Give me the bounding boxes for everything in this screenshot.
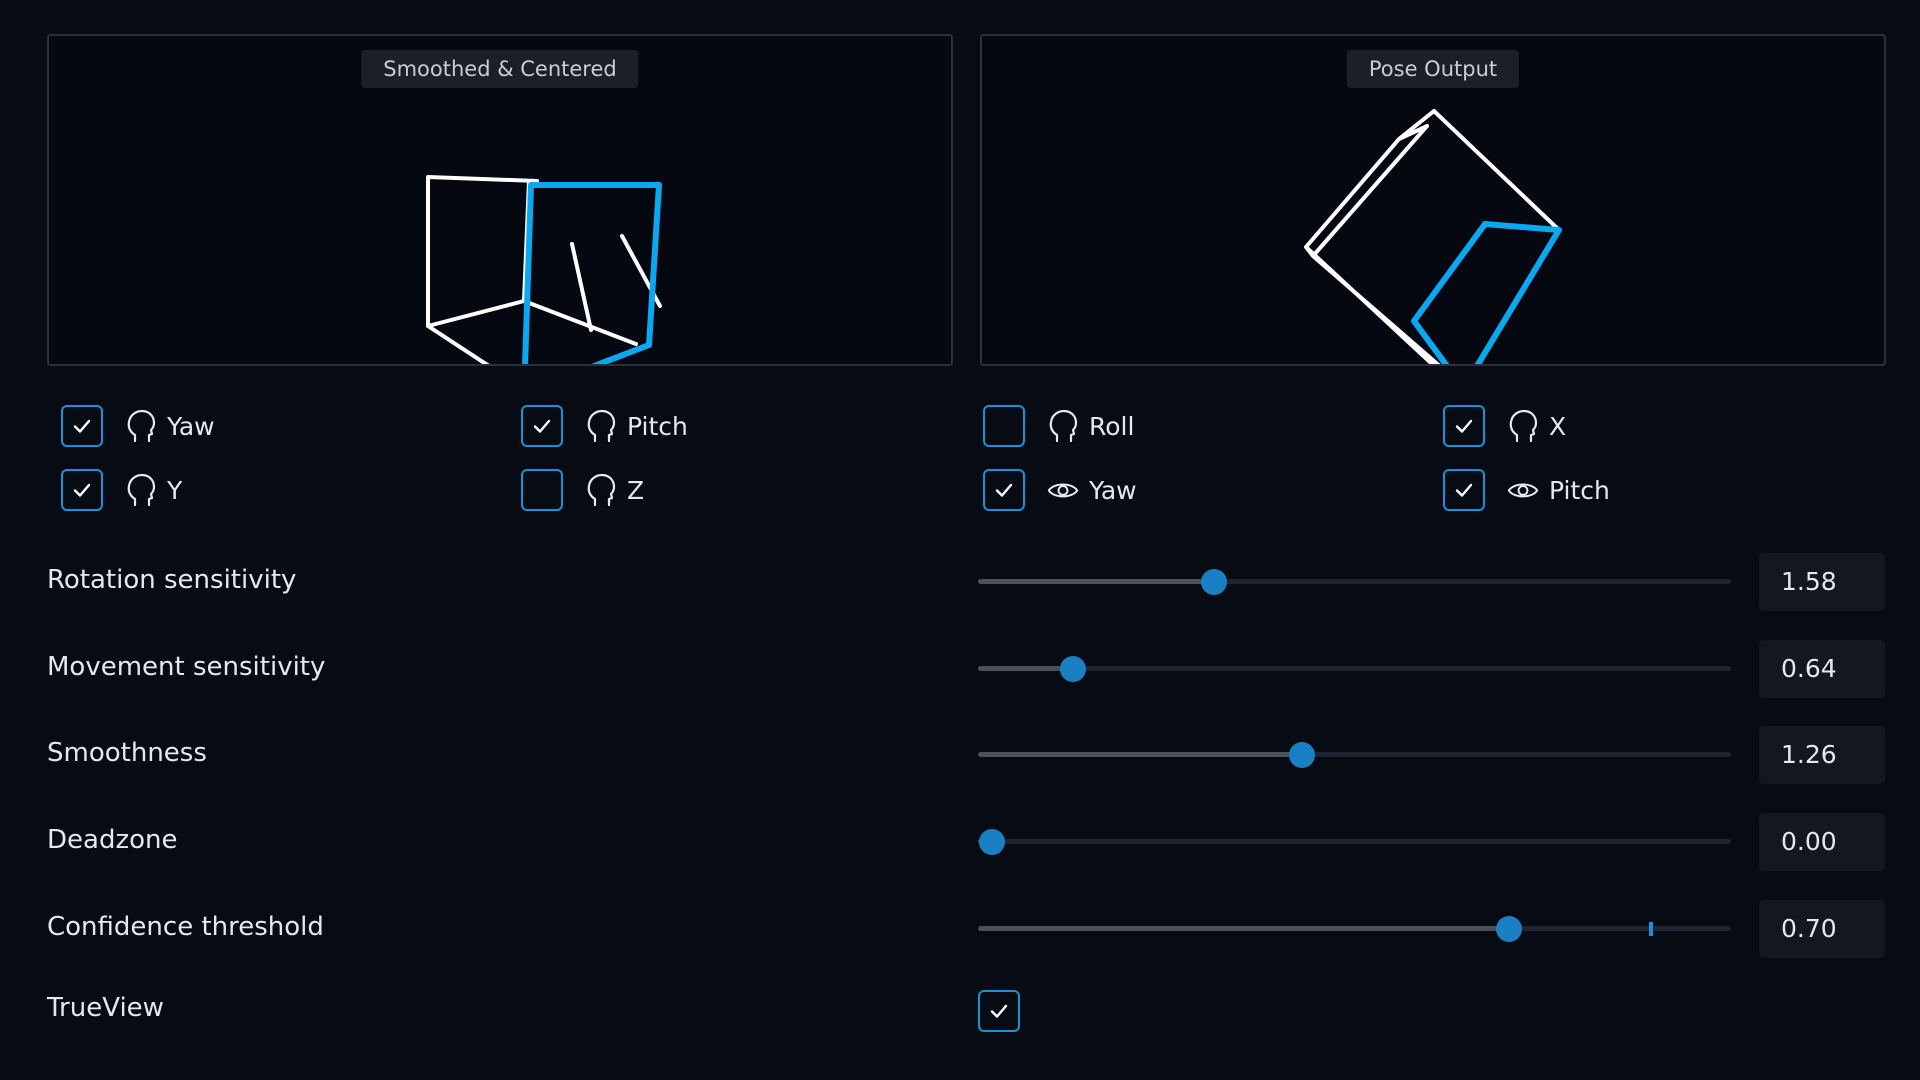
axis-checkbox[interactable] bbox=[983, 405, 1025, 447]
axis-label: X bbox=[1549, 411, 1567, 441]
slider-thumb[interactable] bbox=[1201, 569, 1228, 595]
axis-checkbox[interactable] bbox=[61, 469, 103, 511]
slider-thumb[interactable] bbox=[978, 829, 1005, 856]
axis-checkbox[interactable] bbox=[61, 405, 103, 447]
trueview-label: TrueView bbox=[47, 993, 164, 1023]
view-label-right: Pose Output bbox=[1346, 50, 1520, 88]
head-icon bbox=[1047, 408, 1079, 444]
movement-sensitivity-label: Movement sensitivity bbox=[47, 651, 326, 682]
axis-label: Yaw bbox=[167, 411, 215, 441]
deadzone-label: Deadzone bbox=[47, 825, 178, 856]
deadzone-value[interactable]: 0.00 bbox=[1759, 813, 1885, 872]
deadzone-slider[interactable] bbox=[978, 827, 1731, 857]
head-icon bbox=[125, 472, 157, 508]
rotation-sensitivity-slider[interactable] bbox=[978, 567, 1731, 597]
smoothness-label: Smoothness bbox=[47, 738, 207, 769]
view-label-left: Smoothed & Centered bbox=[361, 50, 639, 88]
axis-checkbox[interactable] bbox=[521, 405, 563, 447]
rotation-sensitivity-label: Rotation sensitivity bbox=[47, 565, 297, 595]
tracker-settings-panel: Smoothed & Centered Pose Output Yaw Pitch… bbox=[0, 0, 1920, 1080]
axis-toggle-head-z[interactable]: Z bbox=[521, 466, 644, 514]
slider-track bbox=[978, 665, 1731, 671]
axis-checkbox[interactable] bbox=[1443, 469, 1485, 511]
axis-toggle-head-y[interactable]: Y bbox=[61, 466, 182, 514]
axis-label: Pitch bbox=[627, 411, 688, 441]
axis-checkbox[interactable] bbox=[1443, 405, 1485, 447]
head-icon bbox=[125, 408, 157, 444]
movement-sensitivity-slider[interactable] bbox=[978, 654, 1731, 684]
head-icon bbox=[585, 408, 617, 444]
axis-label: Roll bbox=[1089, 411, 1135, 441]
pose-output-view: Pose Output bbox=[980, 34, 1886, 366]
movement-sensitivity-value[interactable]: 0.64 bbox=[1759, 639, 1885, 698]
axis-toggle-head-yaw[interactable]: Yaw bbox=[61, 402, 215, 450]
smoothness-slider[interactable] bbox=[978, 740, 1731, 770]
rotation-sensitivity-value[interactable]: 1.58 bbox=[1759, 553, 1885, 611]
axis-label: Z bbox=[627, 475, 645, 505]
slider-thumb[interactable] bbox=[1059, 655, 1086, 682]
axis-toggle-head-x[interactable]: X bbox=[1443, 402, 1566, 450]
axis-toggle-eye-pitch[interactable]: Pitch bbox=[1443, 466, 1610, 514]
axis-checkbox[interactable] bbox=[983, 469, 1025, 511]
slider-marker bbox=[1649, 921, 1654, 936]
trueview-checkbox[interactable] bbox=[978, 990, 1020, 1032]
smoothed-centered-view: Smoothed & Centered bbox=[47, 34, 953, 366]
axis-toggle-head-roll[interactable]: Roll bbox=[983, 402, 1134, 450]
slider-thumb[interactable] bbox=[1288, 742, 1315, 769]
confidence-threshold-value[interactable]: 0.70 bbox=[1759, 899, 1885, 958]
slider-fill bbox=[978, 665, 1073, 671]
slider-track bbox=[978, 839, 1731, 845]
axis-label: Pitch bbox=[1549, 475, 1610, 505]
head-icon bbox=[585, 472, 617, 508]
axis-toggle-eye-yaw[interactable]: Yaw bbox=[983, 466, 1137, 514]
confidence-threshold-slider[interactable] bbox=[978, 914, 1731, 944]
eye-icon bbox=[1047, 472, 1079, 508]
slider-fill bbox=[978, 925, 1509, 931]
slider-thumb[interactable] bbox=[1495, 915, 1522, 942]
slider-fill bbox=[978, 579, 1215, 584]
smoothness-value[interactable]: 1.26 bbox=[1759, 726, 1885, 785]
confidence-threshold-label: Confidence threshold bbox=[47, 911, 324, 942]
head-icon bbox=[1507, 408, 1539, 444]
axis-label: Y bbox=[167, 475, 183, 505]
axis-label: Yaw bbox=[1089, 475, 1137, 505]
eye-icon bbox=[1507, 472, 1539, 508]
axis-toggle-head-pitch[interactable]: Pitch bbox=[521, 402, 688, 450]
axis-checkbox[interactable] bbox=[521, 469, 563, 511]
slider-fill bbox=[978, 752, 1302, 758]
